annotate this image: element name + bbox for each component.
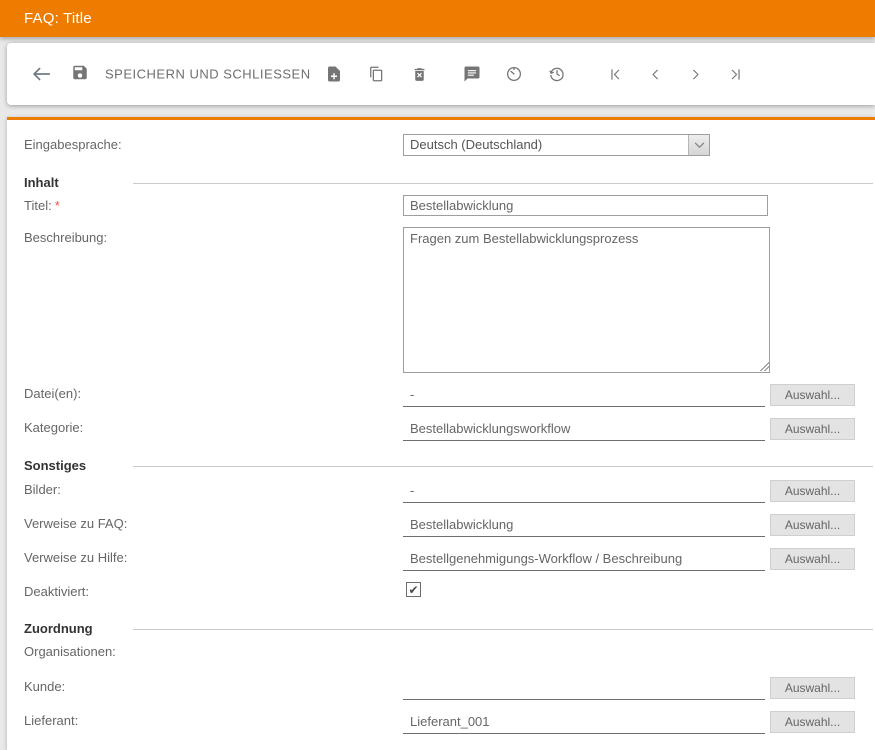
timer-icon	[505, 65, 523, 83]
form-panel: Eingabesprache: Deutsch (Deutschland) In…	[7, 117, 875, 750]
last-record-button[interactable]	[721, 60, 749, 88]
first-record-icon	[607, 66, 624, 83]
save-and-close-label: SPEICHERN UND SCHLIESSEN	[105, 67, 311, 82]
next-record-button[interactable]	[681, 60, 709, 88]
delete-icon	[411, 66, 428, 83]
save-icon	[71, 64, 89, 85]
row-verweise-hilfe: Verweise zu Hilfe: Bestellgenehmigungs-W…	[7, 547, 875, 573]
row-verweise-faq: Verweise zu FAQ: Bestellabwicklung Auswa…	[7, 513, 875, 539]
section-zuordnung-title: Zuordnung	[24, 621, 93, 637]
title-bar: FAQ: Title	[0, 0, 875, 37]
timer-button[interactable]	[500, 60, 528, 88]
eingabesprache-select[interactable]: Deutsch (Deutschland)	[403, 134, 710, 156]
deaktiviert-checkbox[interactable]: ✔	[406, 582, 421, 597]
copy-icon	[367, 65, 385, 83]
save-and-close-button[interactable]: SPEICHERN UND SCHLIESSEN	[71, 64, 311, 85]
row-beschreibung: Beschreibung: Fragen zum Bestellabwicklu…	[7, 227, 875, 373]
back-button[interactable]	[27, 60, 55, 88]
beschreibung-label: Beschreibung:	[24, 227, 107, 249]
kategorie-auswahl-button[interactable]: Auswahl...	[770, 418, 855, 440]
verweise-faq-auswahl-button[interactable]: Auswahl...	[770, 514, 855, 536]
section-zuordnung: Zuordnung	[7, 621, 875, 637]
dateien-auswahl-button[interactable]: Auswahl...	[770, 384, 855, 406]
row-bilder: Bilder: - Auswahl...	[7, 479, 875, 505]
row-dateien: Datei(en): - Auswahl...	[7, 383, 875, 409]
kunde-auswahl-button[interactable]: Auswahl...	[770, 677, 855, 699]
row-deaktiviert: Deaktiviert: ✔	[7, 581, 875, 607]
kategorie-value: Bestellabwicklungsworkflow	[403, 417, 765, 441]
beschreibung-textarea[interactable]: Fragen zum Bestellabwicklungsprozess	[403, 227, 770, 373]
organisationen-label: Organisationen:	[24, 641, 116, 663]
chevron-down-icon	[688, 135, 709, 155]
resize-grip-icon[interactable]	[760, 362, 769, 371]
last-record-icon	[727, 66, 744, 83]
lieferant-value: Lieferant_001	[403, 710, 765, 734]
row-titel: Titel:*	[7, 195, 875, 221]
history-icon	[548, 65, 566, 83]
row-kategorie: Kategorie: Bestellabwicklungsworkflow Au…	[7, 417, 875, 443]
verweise-faq-value: Bestellabwicklung	[403, 513, 765, 537]
page-title: FAQ: Title	[0, 0, 875, 37]
row-eingabesprache: Eingabesprache: Deutsch (Deutschland)	[7, 134, 875, 160]
row-lieferant: Lieferant: Lieferant_001 Auswahl...	[7, 710, 875, 736]
row-kunde: Kunde: Auswahl...	[7, 676, 875, 702]
section-sonstiges: Sonstiges	[7, 458, 875, 474]
comment-button[interactable]	[458, 60, 486, 88]
section-inhalt: Inhalt	[7, 175, 875, 191]
required-asterisk: *	[55, 198, 60, 213]
dateien-value: -	[403, 383, 765, 407]
back-arrow-icon	[30, 63, 52, 85]
kunde-value	[403, 676, 765, 700]
lieferant-auswahl-button[interactable]: Auswahl...	[770, 711, 855, 733]
kunde-label: Kunde:	[24, 676, 65, 698]
verweise-hilfe-auswahl-button[interactable]: Auswahl...	[770, 548, 855, 570]
section-inhalt-title: Inhalt	[24, 175, 59, 191]
checkmark-icon: ✔	[408, 584, 418, 596]
verweise-hilfe-value: Bestellgenehmigungs-Workflow / Beschreib…	[403, 547, 765, 571]
new-document-button[interactable]	[320, 60, 348, 88]
section-sonstiges-title: Sonstiges	[24, 458, 86, 474]
bilder-auswahl-button[interactable]: Auswahl...	[770, 480, 855, 502]
lieferant-label: Lieferant:	[24, 710, 78, 732]
history-button[interactable]	[543, 60, 571, 88]
eingabesprache-label: Eingabesprache:	[24, 134, 122, 156]
next-record-icon	[687, 66, 704, 83]
verweise-faq-label: Verweise zu FAQ:	[24, 513, 127, 535]
previous-record-button[interactable]	[641, 60, 669, 88]
eingabesprache-selected-value: Deutsch (Deutschland)	[404, 135, 688, 155]
toolbar: SPEICHERN UND SCHLIESSEN	[7, 43, 875, 105]
comment-icon	[463, 65, 481, 83]
deaktiviert-label: Deaktiviert:	[24, 581, 89, 603]
section-divider	[133, 183, 873, 184]
row-organisationen: Organisationen:	[7, 641, 875, 667]
section-divider	[133, 629, 873, 630]
first-record-button[interactable]	[601, 60, 629, 88]
copy-button[interactable]	[362, 60, 390, 88]
bilder-label: Bilder:	[24, 479, 61, 501]
kategorie-label: Kategorie:	[24, 417, 83, 439]
section-divider	[133, 466, 873, 467]
new-document-icon	[325, 65, 343, 83]
titel-label: Titel:*	[24, 195, 60, 217]
titel-input[interactable]	[403, 195, 768, 216]
bilder-value: -	[403, 479, 765, 503]
verweise-hilfe-label: Verweise zu Hilfe:	[24, 547, 127, 569]
previous-record-icon	[647, 66, 664, 83]
delete-button[interactable]	[405, 60, 433, 88]
dateien-label: Datei(en):	[24, 383, 81, 405]
